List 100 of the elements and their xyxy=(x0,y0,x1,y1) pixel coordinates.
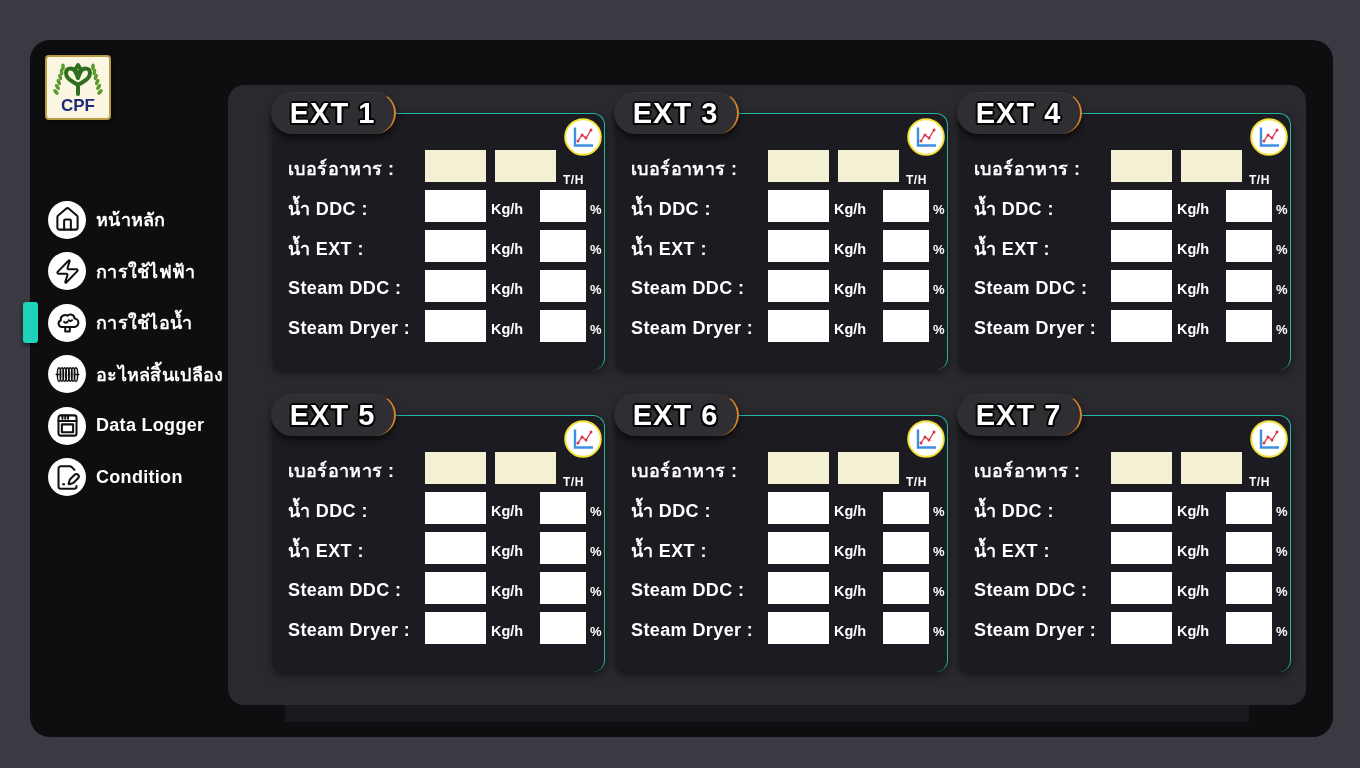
unit-label: Kg/h xyxy=(833,200,868,217)
line-chart-icon[interactable] xyxy=(1250,420,1288,458)
nav-item[interactable]: การใช้ไอน้ำ xyxy=(23,302,193,343)
field-label: น้ำ EXT : xyxy=(631,229,768,263)
unit-label: % xyxy=(590,320,602,337)
input-field[interactable] xyxy=(883,190,929,222)
input-field[interactable] xyxy=(1226,572,1272,604)
input-field[interactable] xyxy=(495,150,556,182)
input-field[interactable] xyxy=(883,270,929,302)
unit-label: % xyxy=(590,582,602,599)
input-field[interactable] xyxy=(1181,452,1242,484)
unit-label: Kg/h xyxy=(833,622,868,639)
input-field[interactable] xyxy=(1111,532,1172,564)
input-field[interactable] xyxy=(540,532,586,564)
input-field[interactable] xyxy=(1226,532,1272,564)
input-field[interactable] xyxy=(540,492,586,524)
nav-item[interactable]: Data Logger xyxy=(48,405,205,446)
input-field[interactable] xyxy=(540,310,586,342)
unit-label: % xyxy=(1276,502,1288,519)
input-field[interactable] xyxy=(883,230,929,262)
unit-label: Kg/h xyxy=(1176,542,1211,559)
input-field[interactable] xyxy=(1111,190,1172,222)
input-field[interactable] xyxy=(1111,452,1172,484)
input-field[interactable] xyxy=(425,532,486,564)
input-field[interactable] xyxy=(883,310,929,342)
input-field[interactable] xyxy=(768,572,829,604)
input-field[interactable] xyxy=(425,230,486,262)
unit-label: Kg/h xyxy=(833,280,868,297)
input-field[interactable] xyxy=(768,230,829,262)
input-field[interactable] xyxy=(425,612,486,644)
input-field[interactable] xyxy=(883,492,929,524)
input-field[interactable] xyxy=(1111,310,1172,342)
input-field[interactable] xyxy=(425,310,486,342)
field-label: Steam DDC : xyxy=(631,276,746,299)
nav-item[interactable]: อะไหล่สิ้นเปลือง xyxy=(48,353,224,395)
field-label: น้ำ EXT : xyxy=(974,229,1111,263)
input-field[interactable] xyxy=(425,572,486,604)
emblem-icon xyxy=(51,61,105,97)
unit-label: % xyxy=(1276,200,1288,217)
line-chart-icon[interactable] xyxy=(564,420,602,458)
input-field[interactable] xyxy=(1111,492,1172,524)
input-field[interactable] xyxy=(1226,270,1272,302)
input-field[interactable] xyxy=(768,150,829,182)
input-field[interactable] xyxy=(1111,572,1172,604)
input-field[interactable] xyxy=(1226,310,1272,342)
line-chart-icon[interactable] xyxy=(907,118,945,156)
input-field[interactable] xyxy=(540,230,586,262)
field-label: น้ำ DDC : xyxy=(288,189,425,223)
line-chart-icon[interactable] xyxy=(564,118,602,156)
input-field[interactable] xyxy=(425,190,486,222)
input-field[interactable] xyxy=(883,612,929,644)
line-chart-icon[interactable] xyxy=(907,420,945,458)
input-field[interactable] xyxy=(838,452,899,484)
input-field[interactable] xyxy=(883,532,929,564)
input-field[interactable] xyxy=(425,492,486,524)
input-field[interactable] xyxy=(1111,612,1172,644)
input-field[interactable] xyxy=(768,270,829,302)
input-field[interactable] xyxy=(768,190,829,222)
input-field[interactable] xyxy=(768,532,829,564)
input-field[interactable] xyxy=(1226,612,1272,644)
field-label: Steam DDC : xyxy=(631,578,746,601)
field-label: น้ำ DDC : xyxy=(631,189,768,223)
input-field[interactable] xyxy=(1111,150,1172,182)
unit-label: Kg/h xyxy=(1176,320,1211,337)
input-field[interactable] xyxy=(768,492,829,524)
field-label: Steam Dryer : xyxy=(974,316,1098,339)
input-field[interactable] xyxy=(768,612,829,644)
field-label: เบอร์อาหาร : xyxy=(631,157,739,181)
input-field[interactable] xyxy=(540,270,586,302)
input-field[interactable] xyxy=(1111,270,1172,302)
input-field[interactable] xyxy=(883,572,929,604)
nav-item[interactable]: Condition xyxy=(48,456,183,498)
input-field[interactable] xyxy=(495,452,556,484)
input-field[interactable] xyxy=(1226,230,1272,262)
nav-item[interactable]: การใช้ไฟฟ้า xyxy=(48,250,196,292)
input-field[interactable] xyxy=(1111,230,1172,262)
input-field[interactable] xyxy=(768,310,829,342)
input-field[interactable] xyxy=(1226,492,1272,524)
unit-label: % xyxy=(933,200,945,217)
unit-label: % xyxy=(1276,622,1288,639)
input-field[interactable] xyxy=(540,190,586,222)
panel-title: EXT 3 xyxy=(614,92,739,134)
input-field[interactable] xyxy=(540,572,586,604)
input-field[interactable] xyxy=(768,452,829,484)
unit-label: % xyxy=(1276,240,1288,257)
field-label: Steam Dryer : xyxy=(288,618,412,641)
line-chart-icon[interactable] xyxy=(1250,118,1288,156)
input-field[interactable] xyxy=(838,150,899,182)
input-field[interactable] xyxy=(425,150,486,182)
unit-label: T/H xyxy=(906,475,927,489)
nav-item[interactable]: หน้าหลัก xyxy=(48,199,166,240)
unit-label: T/H xyxy=(563,173,584,187)
panel-title: EXT 7 xyxy=(957,394,1082,436)
input-field[interactable] xyxy=(425,452,486,484)
panel-title: EXT 6 xyxy=(614,394,739,436)
input-field[interactable] xyxy=(1181,150,1242,182)
input-field[interactable] xyxy=(425,270,486,302)
input-field[interactable] xyxy=(540,612,586,644)
input-field[interactable] xyxy=(1226,190,1272,222)
unit-label: Kg/h xyxy=(490,622,525,639)
